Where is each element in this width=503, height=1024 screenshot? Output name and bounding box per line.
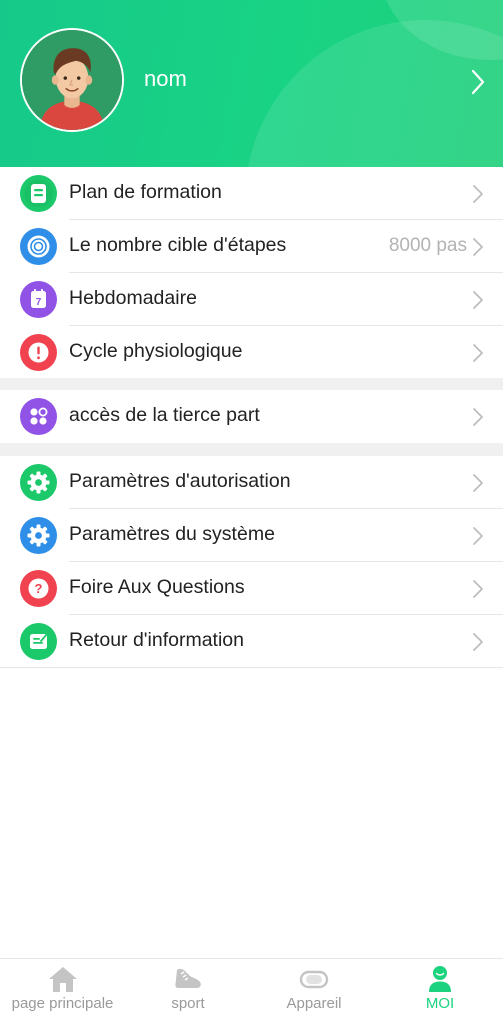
section-separator <box>0 378 503 390</box>
menu-item-label: Le nombre cible d'étapes <box>69 234 287 256</box>
settings-group-fitness: Plan de formation Le nombre cible d'étap… <box>0 167 503 379</box>
third-party-apps-icon <box>20 398 57 435</box>
svg-text:?: ? <box>35 581 43 596</box>
weekly-calendar-icon: 7 <box>20 281 57 318</box>
tab-me[interactable]: MOI <box>377 959 503 1024</box>
chevron-right-icon <box>473 291 483 309</box>
menu-item-target-steps[interactable]: Le nombre cible d'étapes 8000 pas <box>0 220 503 273</box>
profile-page: nom Plan de formation Le nombre cible d'… <box>0 0 503 1024</box>
chevron-right-icon <box>473 527 483 545</box>
permission-gear-icon <box>20 464 57 501</box>
home-icon <box>48 967 77 992</box>
menu-item-label: Paramètres du système <box>69 523 275 545</box>
settings-group-third-party: accès de la tierce part <box>0 390 503 443</box>
menu-item-faq[interactable]: ? Foire Aux Questions <box>0 562 503 615</box>
tab-label: Appareil <box>286 995 342 1012</box>
bottom-tab-bar: page principale sport Appareil MOI <box>0 958 503 1024</box>
chevron-right-icon[interactable] <box>468 68 488 96</box>
menu-item-label: Foire Aux Questions <box>69 576 245 598</box>
chevron-right-icon <box>473 474 483 492</box>
tab-label: sport <box>171 995 205 1012</box>
tab-home[interactable]: page principale <box>0 959 125 1024</box>
menu-item-label: Cycle physiologique <box>69 340 243 362</box>
avatar-illustration-icon <box>22 30 122 130</box>
menu-item-feedback[interactable]: Retour d'information <box>0 615 503 668</box>
training-plan-icon <box>20 175 57 212</box>
menu-item-training-plan[interactable]: Plan de formation <box>0 167 503 220</box>
tab-label: MOI <box>425 995 455 1012</box>
settings-group-system: Paramètres d'autorisation Paramètres du … <box>0 456 503 668</box>
menu-item-third-party-access[interactable]: accès de la tierce part <box>0 390 503 443</box>
feedback-icon <box>20 623 57 660</box>
menu-item-label: accès de la tierce part <box>69 404 260 426</box>
chevron-right-icon <box>473 633 483 651</box>
avatar[interactable] <box>20 28 124 132</box>
chevron-right-icon <box>473 408 483 426</box>
menu-item-physiological-cycle[interactable]: Cycle physiologique <box>0 326 503 379</box>
chevron-right-icon <box>473 185 483 203</box>
tab-sport[interactable]: sport <box>125 959 251 1024</box>
system-gear-icon <box>20 517 57 554</box>
chevron-right-icon <box>473 344 483 362</box>
menu-item-label: Hebdomadaire <box>69 287 197 309</box>
menu-item-label: Retour d'information <box>69 629 244 651</box>
section-separator <box>0 443 503 456</box>
chevron-right-icon <box>473 238 483 256</box>
question-icon: ? <box>20 570 57 607</box>
tab-label: page principale <box>11 995 114 1012</box>
profile-header[interactable]: nom <box>0 0 503 167</box>
divider <box>0 667 503 668</box>
menu-item-label: Paramètres d'autorisation <box>69 470 291 492</box>
person-icon <box>429 966 451 992</box>
menu-item-system-settings[interactable]: Paramètres du système <box>0 509 503 562</box>
chevron-right-icon <box>473 580 483 598</box>
menu-item-authorization-settings[interactable]: Paramètres d'autorisation <box>0 456 503 509</box>
shoe-icon <box>175 968 201 988</box>
profile-name[interactable]: nom <box>144 66 187 92</box>
band-device-icon <box>299 970 329 989</box>
tab-device[interactable]: Appareil <box>251 959 377 1024</box>
target-steps-value: 8000 pas <box>388 235 467 256</box>
menu-item-weekly[interactable]: 7 Hebdomadaire <box>0 273 503 326</box>
target-steps-icon <box>20 228 57 265</box>
svg-text:7: 7 <box>36 297 42 308</box>
alert-icon <box>20 334 57 371</box>
menu-item-label: Plan de formation <box>69 181 222 203</box>
